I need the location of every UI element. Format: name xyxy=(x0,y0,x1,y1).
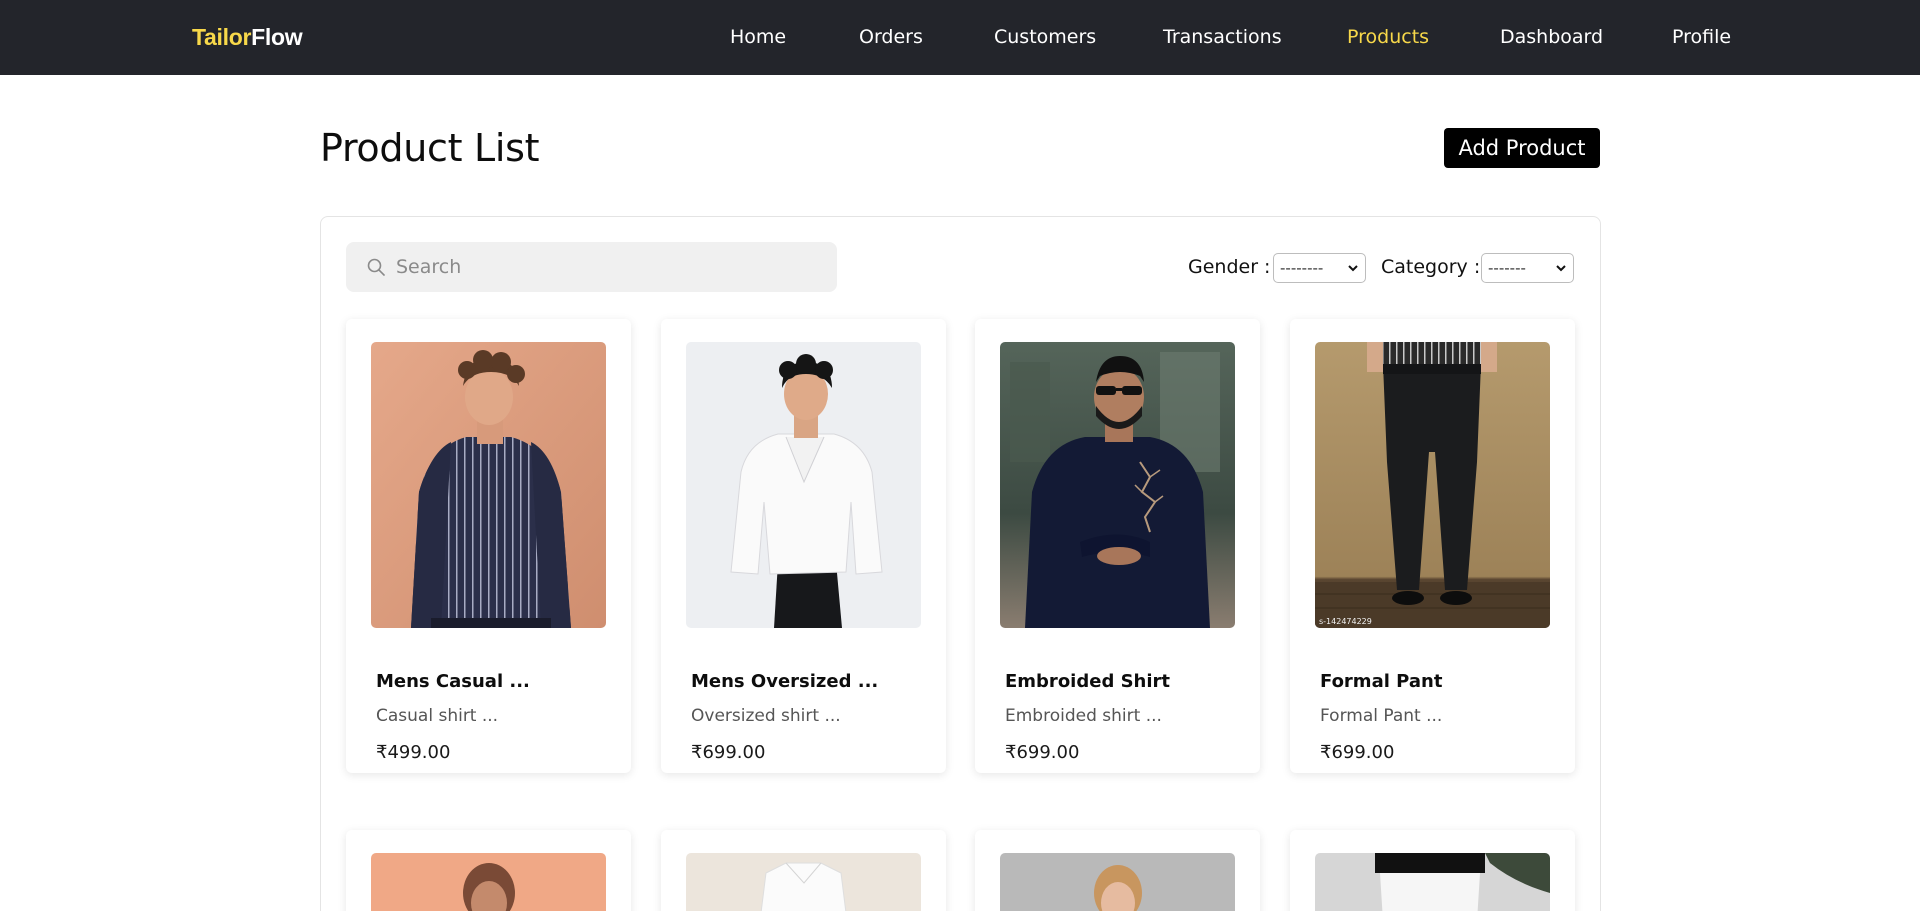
product-card[interactable] xyxy=(661,830,946,911)
product-card[interactable]: Embroided Shirt Embroided shirt ... ₹699… xyxy=(975,319,1260,773)
search-icon xyxy=(367,258,385,276)
page-title: Product List xyxy=(320,126,540,170)
product-card[interactable]: Mens Casual ... Casual shirt ... ₹499.00 xyxy=(346,319,631,773)
product-image xyxy=(1000,853,1235,911)
nav-orders[interactable]: Orders xyxy=(859,26,923,48)
nav-dashboard[interactable]: Dashboard xyxy=(1500,26,1603,48)
gender-select-value: -------- xyxy=(1280,259,1324,277)
striped-shirt-image xyxy=(371,342,606,628)
product-image xyxy=(1000,342,1235,628)
search-input[interactable] xyxy=(396,242,816,292)
product-image xyxy=(1315,853,1550,911)
category-filter-label: Category : xyxy=(1381,256,1481,278)
image-caption: s-142474229 xyxy=(1319,617,1372,626)
nav-profile[interactable]: Profile xyxy=(1672,26,1731,48)
product-image xyxy=(686,853,921,911)
product-image: s-142474229 xyxy=(1315,342,1550,628)
product-name: Embroided Shirt xyxy=(1005,671,1171,692)
search-box[interactable] xyxy=(346,242,837,292)
product-description: Oversized shirt ... xyxy=(691,706,841,726)
product-price: ₹699.00 xyxy=(691,742,766,763)
white-pant-image xyxy=(1315,853,1550,911)
nav-home[interactable]: Home xyxy=(730,26,786,48)
white-shirt-image xyxy=(686,853,921,911)
product-name: Mens Casual ... xyxy=(376,671,530,692)
chevron-down-icon xyxy=(1348,265,1358,272)
nav-links: Home Orders Customers Transactions Produ… xyxy=(0,0,1920,75)
category-select-value: ------- xyxy=(1488,259,1526,277)
product-card[interactable]: s-142474229 Formal Pant Formal Pant ... … xyxy=(1290,319,1575,773)
embroidered-black-shirt-image xyxy=(1000,342,1235,628)
add-product-button[interactable]: Add Product xyxy=(1444,128,1600,168)
product-card[interactable] xyxy=(346,830,631,911)
product-price: ₹499.00 xyxy=(376,742,451,763)
product-price: ₹699.00 xyxy=(1005,742,1080,763)
gender-filter-label: Gender : xyxy=(1188,256,1271,278)
product-image xyxy=(371,342,606,628)
top-navbar: TailorFlow Home Orders Customers Transac… xyxy=(0,0,1920,75)
white-oversized-shirt-image xyxy=(686,342,921,628)
product-name: Formal Pant xyxy=(1320,671,1443,692)
chevron-down-icon xyxy=(1556,265,1566,272)
product-price: ₹699.00 xyxy=(1320,742,1395,763)
nav-transactions[interactable]: Transactions xyxy=(1163,26,1282,48)
womens-blouse-image xyxy=(1000,853,1235,911)
product-card[interactable]: Mens Oversized ... Oversized shirt ... ₹… xyxy=(661,319,946,773)
product-description: Embroided shirt ... xyxy=(1005,706,1162,726)
nav-products[interactable]: Products xyxy=(1347,26,1429,48)
category-select[interactable]: ------- xyxy=(1481,253,1574,283)
product-image xyxy=(371,853,606,911)
product-image xyxy=(686,342,921,628)
gender-select[interactable]: -------- xyxy=(1273,253,1366,283)
formal-pant-image: s-142474229 xyxy=(1315,342,1550,628)
nav-customers[interactable]: Customers xyxy=(994,26,1096,48)
product-card[interactable] xyxy=(975,830,1260,911)
product-card[interactable] xyxy=(1290,830,1575,911)
womens-top-image xyxy=(371,853,606,911)
product-description: Formal Pant ... xyxy=(1320,706,1443,726)
product-name: Mens Oversized ... xyxy=(691,671,879,692)
product-description: Casual shirt ... xyxy=(376,706,499,726)
